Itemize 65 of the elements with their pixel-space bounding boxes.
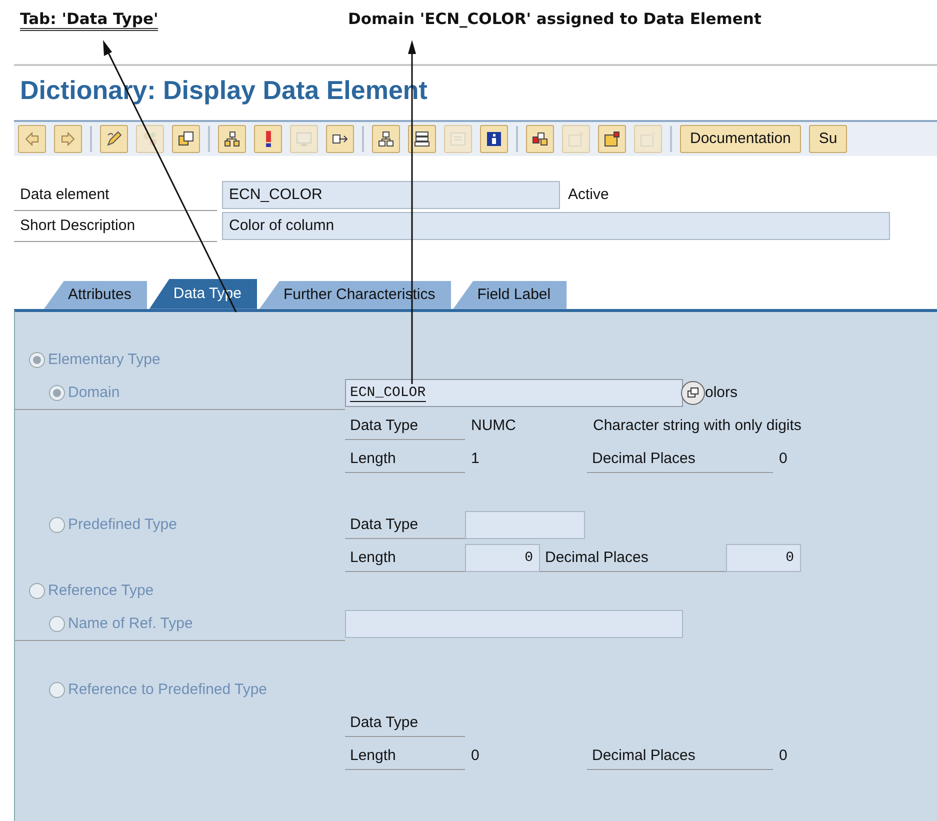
field-label: Decimal Places (587, 742, 773, 770)
toolbar-button[interactable] (218, 124, 246, 153)
radio-label: Reference Type (48, 581, 154, 602)
field-label: Data element (14, 180, 217, 211)
pencil-icon (105, 130, 123, 148)
toolbar-button[interactable]: Documentation (680, 124, 801, 153)
monitor-icon (295, 130, 313, 148)
radio-label: Predefined Type (68, 515, 177, 536)
toolbar-button[interactable] (526, 124, 554, 153)
input-field[interactable]: ECN_COLOR (222, 181, 560, 210)
radio-button[interactable] (49, 682, 65, 698)
exclamation-icon (266, 130, 270, 147)
toolbar-button[interactable] (326, 124, 354, 153)
status-text: Active (568, 185, 609, 206)
field-label: Data Type (345, 709, 465, 738)
info-icon (485, 130, 503, 148)
description-text: Character string with only digits (592, 416, 802, 436)
toolbar-button[interactable] (172, 124, 200, 153)
arrow-right-icon (59, 130, 77, 148)
radio-button[interactable] (49, 616, 65, 632)
radio-button[interactable] (29, 352, 45, 368)
field-label: Short Description (14, 210, 217, 242)
suffix-text: olors (705, 383, 738, 404)
annotation-label: Tab: 'Data Type' (20, 10, 158, 31)
cubes-icon (531, 130, 549, 148)
arrow-left-icon (23, 130, 41, 148)
input-field[interactable]: 0 (465, 544, 540, 572)
toolbar-button[interactable] (598, 124, 626, 153)
field-label: Data Type (345, 412, 465, 440)
field-label: Length (345, 445, 465, 474)
field-value: 0 (470, 746, 480, 766)
radio-label: Elementary Type (48, 350, 160, 370)
annotation-label: Domain 'ECN_COLOR' assigned to Data Element (348, 9, 762, 30)
toolbar-button[interactable] (480, 124, 508, 153)
input-field[interactable]: 0 (726, 544, 801, 572)
circles-icon (141, 130, 159, 148)
windows-icon (177, 130, 195, 148)
toolbar-button[interactable] (408, 124, 436, 153)
windows-icon (687, 387, 699, 400)
hierarchy-icon (223, 130, 241, 148)
radio-button[interactable] (29, 583, 45, 600)
field-value: NUMC (470, 416, 517, 436)
field-value: 0 (778, 449, 788, 470)
tree-icon (377, 130, 395, 148)
field-value: 1 (470, 449, 480, 470)
toolbar-button[interactable] (372, 124, 400, 153)
stack-icon (413, 130, 431, 148)
field-label: Decimal Places (587, 445, 773, 474)
input-field[interactable]: ECN_COLOR (345, 379, 683, 408)
field-value: 0 (778, 746, 788, 766)
radio-label: Reference to Predefined Type (68, 680, 268, 700)
input-field[interactable] (345, 610, 683, 638)
radio-button[interactable] (49, 517, 65, 534)
tab[interactable]: Attributes (44, 280, 148, 309)
radio-button[interactable] (49, 384, 65, 401)
toolbar-button[interactable]: Su (808, 124, 848, 153)
tab[interactable]: Field Label (453, 280, 567, 309)
input-field[interactable] (465, 511, 585, 540)
value-help-button[interactable] (681, 381, 705, 406)
window-flag-icon (603, 130, 621, 148)
input-field[interactable]: Color of column (222, 212, 890, 240)
radio-label: Name of Ref. Type (68, 614, 193, 634)
radio-label: Domain (68, 382, 120, 403)
toolbar-button[interactable] (254, 124, 282, 153)
field-label: Length (345, 742, 465, 770)
